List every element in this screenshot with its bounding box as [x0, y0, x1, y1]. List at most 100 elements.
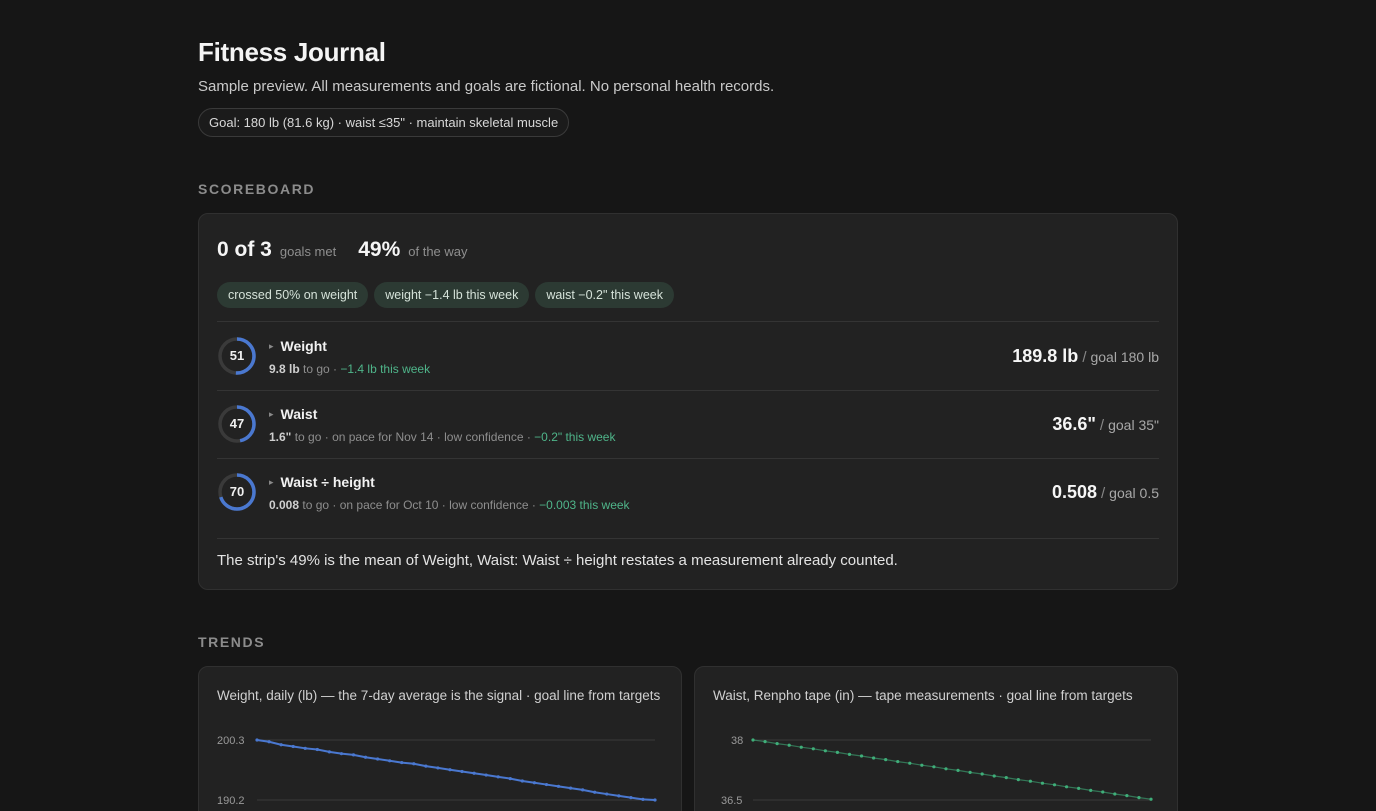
data-point — [835, 750, 840, 754]
goal-label-text: Waist ÷ height — [280, 474, 375, 490]
data-point — [291, 744, 295, 749]
expand-triangle-icon[interactable]: ▸ — [269, 477, 274, 487]
data-point — [255, 738, 259, 742]
data-point — [641, 797, 645, 802]
progress-value: 47 — [229, 416, 245, 431]
weight-trend-card: Weight, daily (lb) — the 7-day average i… — [198, 666, 682, 811]
data-point — [1064, 785, 1069, 789]
current-value: 0.508/goal 0.5 — [1052, 482, 1159, 503]
page-title: Fitness Journal — [198, 37, 386, 67]
data-point — [436, 766, 440, 770]
data-point — [1016, 778, 1020, 782]
data-point — [847, 752, 852, 756]
data-point — [496, 775, 500, 779]
y-tick-label: 200.3 — [217, 735, 245, 747]
data-point — [751, 738, 755, 742]
goals-met-label: goals met — [279, 244, 337, 259]
data-point — [327, 750, 331, 754]
data-point — [992, 774, 996, 778]
data-point — [653, 798, 657, 802]
data-point — [908, 761, 912, 765]
y-tick-label: 36.5 — [721, 795, 742, 807]
data-point — [932, 765, 936, 769]
progress-value: 70 — [229, 484, 245, 499]
detail-text: to go · on pace for Nov 14 · low confide… — [291, 430, 535, 444]
data-point — [472, 771, 476, 775]
detail-text: to go · on pace for Oct 10 · low confide… — [299, 498, 540, 512]
highlight-chips: crossed 50% on weight weight −1.4 lb thi… — [217, 282, 674, 308]
value-separator: / — [1101, 485, 1106, 502]
data-point — [1101, 790, 1105, 794]
progress-value: 51 — [229, 348, 245, 363]
data-point — [363, 755, 368, 759]
goal-label-text: Waist — [280, 406, 318, 422]
data-point — [968, 770, 972, 774]
overall-percent-label: of the way — [408, 244, 468, 259]
data-point — [944, 767, 948, 771]
waist-chart: 38 36.5 — [721, 735, 1153, 807]
data-point — [400, 760, 404, 765]
data-point — [339, 752, 344, 756]
detail-text: to go · — [299, 362, 341, 376]
data-point — [556, 784, 561, 788]
goal-label: ▸ Weight — [269, 338, 327, 354]
data-point — [859, 754, 864, 758]
data-point — [956, 768, 960, 772]
data-point — [448, 768, 452, 772]
goal-row-weight[interactable]: 51 ▸ Weight 9.8 lb to go · −1.4 lb this w… — [217, 322, 1159, 390]
data-point — [376, 757, 380, 761]
data-point — [920, 763, 924, 767]
chip: weight −1.4 lb this week — [374, 282, 530, 308]
data-point — [279, 743, 283, 747]
data-point — [1052, 783, 1057, 787]
data-point — [811, 747, 815, 751]
expand-triangle-icon[interactable]: ▸ — [269, 341, 274, 351]
value-separator: / — [1082, 349, 1087, 366]
weekly-change: −0.2" this week — [534, 430, 616, 444]
data-point — [1089, 788, 1093, 792]
data-point — [884, 758, 888, 762]
data-point — [617, 794, 621, 798]
data-point — [303, 746, 307, 750]
data-point — [629, 796, 633, 800]
data-point — [460, 769, 464, 774]
data-point — [484, 773, 488, 777]
data-point — [763, 740, 767, 744]
data-point — [787, 743, 791, 747]
remaining-amount: 9.8 lb — [269, 362, 300, 376]
goal-value: goal 180 lb — [1090, 349, 1159, 365]
divider — [217, 538, 1159, 539]
data-point — [315, 747, 319, 752]
data-point — [1004, 776, 1008, 780]
weekly-change: −1.4 lb this week — [340, 362, 431, 376]
data-point — [799, 745, 803, 749]
data-point — [1113, 792, 1117, 796]
data-point — [424, 764, 428, 768]
data-point — [412, 762, 416, 766]
data-point — [581, 788, 585, 792]
data-point — [568, 786, 573, 790]
goal-label: ▸ Waist ÷ height — [269, 474, 375, 490]
current-value-number: 0.508 — [1051, 482, 1097, 502]
waist-trend-card: Waist, Renpho tape (in) — tape measureme… — [694, 666, 1178, 811]
goal-value: goal 35" — [1108, 417, 1159, 433]
goal-row-waist[interactable]: 47 ▸ Waist 1.6" to go · on pace for Nov 1… — [217, 390, 1159, 458]
goal-row-waist-height[interactable]: 70 ▸ Waist ÷ height 0.008 to go · on pace… — [217, 458, 1159, 526]
goal-detail: 1.6" to go · on pace for Nov 14 · low co… — [269, 430, 615, 444]
data-point — [1077, 786, 1081, 790]
current-value: 189.8 lb / goal 180 lb — [1012, 346, 1159, 367]
data-point — [980, 772, 984, 776]
data-point — [593, 790, 597, 794]
data-point — [508, 777, 512, 781]
expand-triangle-icon[interactable]: ▸ — [269, 409, 274, 419]
current-value-number: 36.6" — [1052, 414, 1096, 434]
chip: crossed 50% on weight — [217, 282, 369, 308]
data-point — [520, 779, 524, 783]
data-point — [872, 756, 876, 760]
data-point — [544, 782, 549, 787]
y-tick-label: 38 — [731, 735, 743, 747]
goal-label: ▸ Waist — [269, 406, 317, 422]
value-separator: / — [1099, 417, 1105, 434]
goal-value: goal 0.5 — [1109, 485, 1159, 501]
current-value-number: 189.8 lb — [1012, 346, 1079, 366]
